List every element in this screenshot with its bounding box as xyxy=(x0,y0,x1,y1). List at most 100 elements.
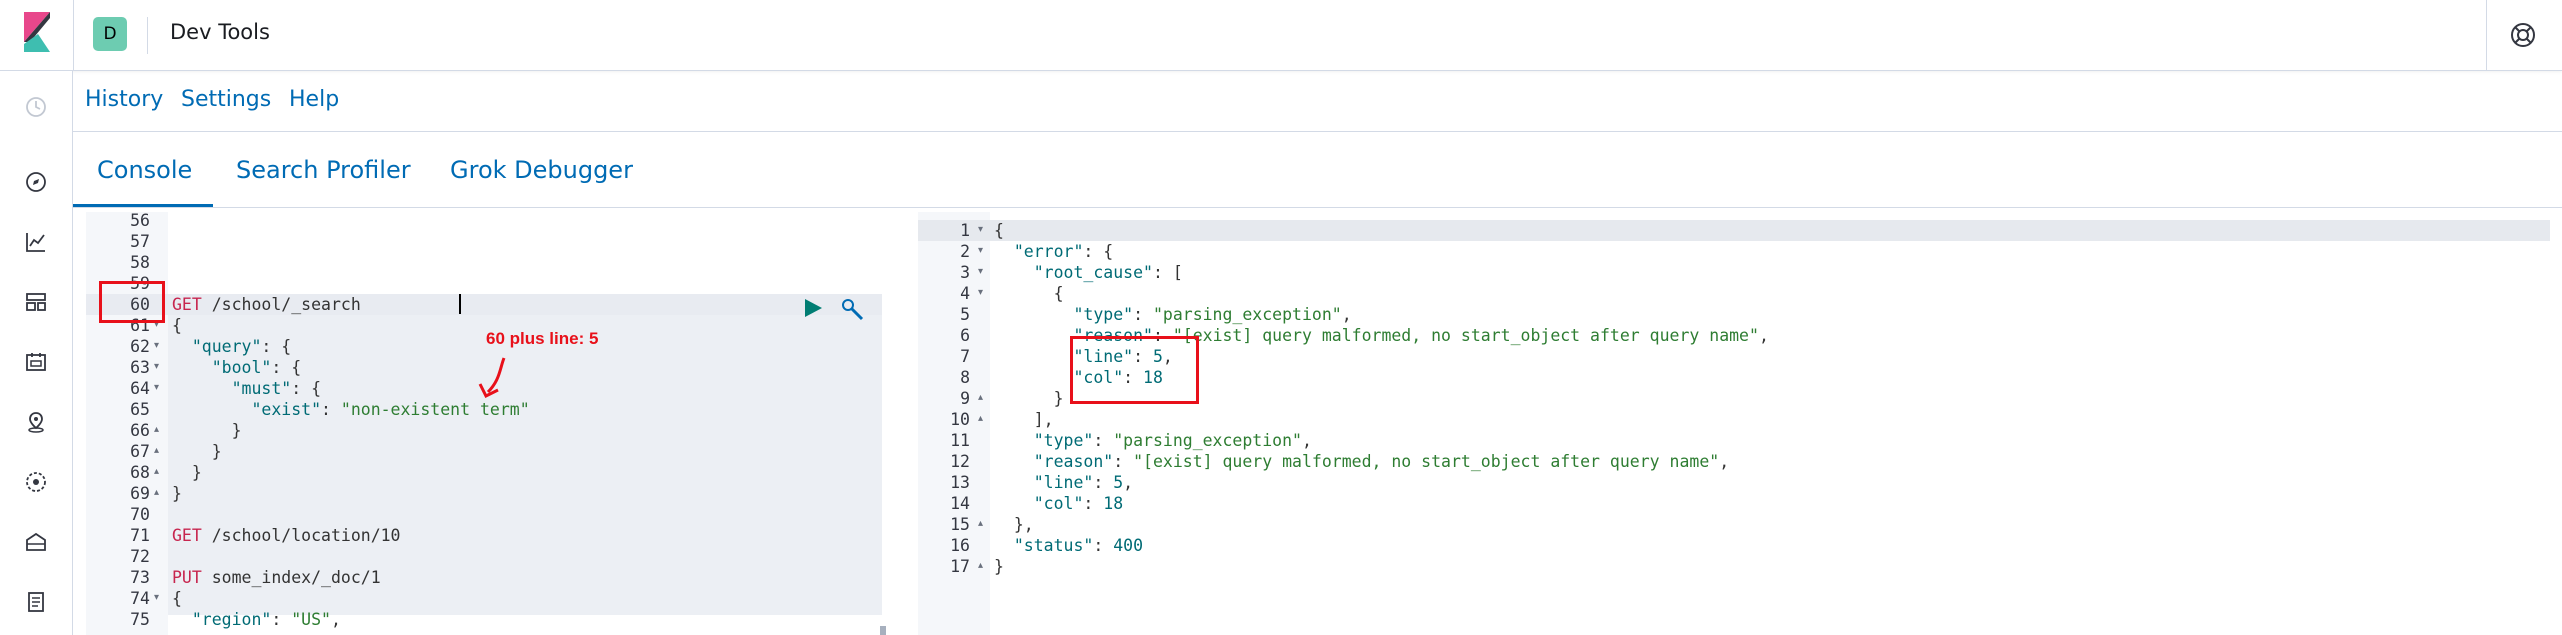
code-token: "bool" xyxy=(172,358,272,377)
line-number: 70 xyxy=(130,505,150,524)
tab-console[interactable]: Console xyxy=(97,156,192,184)
code-line: } xyxy=(994,388,1064,409)
fold-toggle-icon[interactable]: ▾ xyxy=(154,592,159,603)
code-line: "type": "parsing_exception", xyxy=(994,430,1312,451)
chart-icon[interactable] xyxy=(22,228,50,256)
settings-link[interactable]: Settings xyxy=(181,87,271,112)
history-link[interactable]: History xyxy=(85,87,163,112)
code-token: 400 xyxy=(1113,536,1144,555)
fold-toggle-icon[interactable]: ▾ xyxy=(154,361,159,372)
response-editor[interactable]: 1 ▾{2 ▾ "error": {3 ▾ "root_cause": [4 ▾ {5 … xyxy=(918,212,2562,635)
fold-toggle-icon[interactable]: ▾ xyxy=(978,224,983,235)
code-token: }, xyxy=(994,515,1034,534)
fold-toggle-icon[interactable]: ▾ xyxy=(978,266,983,277)
code-line: "bool": { xyxy=(172,357,301,378)
panel-splitter[interactable] xyxy=(892,212,901,635)
line-number: 66 xyxy=(130,421,150,440)
fold-toggle-icon[interactable]: ▾ xyxy=(154,340,159,351)
ml-icon[interactable] xyxy=(22,468,50,496)
line-number: 4 xyxy=(960,284,970,303)
divider xyxy=(2486,0,2487,71)
fold-toggle-icon[interactable]: ▴ xyxy=(978,413,983,424)
code-line: { xyxy=(994,283,1064,304)
fold-toggle-icon[interactable]: ▴ xyxy=(978,560,983,571)
annotation-arrow-icon xyxy=(478,357,506,399)
annotation-note: 60 plus line: 5 xyxy=(486,329,599,348)
help-link[interactable]: Help xyxy=(289,87,339,112)
annotation-box-line-col xyxy=(1070,336,1199,404)
code-token: : { xyxy=(261,337,292,356)
line-number: 69 xyxy=(130,484,150,503)
maps-icon[interactable] xyxy=(22,408,50,436)
code-token: "root_cause" xyxy=(994,263,1153,282)
code-token: , xyxy=(1123,473,1134,492)
code-line: "query": { xyxy=(172,336,291,357)
code-token: "error" xyxy=(994,242,1084,261)
code-token: "[exist] query malformed, no start_objec… xyxy=(1133,452,1720,471)
code-token: , xyxy=(1758,326,1769,345)
line-number: 71 xyxy=(130,526,150,545)
line-number: 7 xyxy=(960,347,970,366)
divider xyxy=(147,17,148,54)
top-header: D Dev Tools xyxy=(0,0,2562,71)
code-token: : xyxy=(1113,452,1134,471)
code-token: : xyxy=(271,610,292,629)
code-line: } xyxy=(172,441,222,462)
top-menu: History Settings Help xyxy=(73,71,2562,132)
fold-toggle-icon[interactable]: ▾ xyxy=(978,287,983,298)
clock-icon[interactable] xyxy=(22,93,50,121)
code-line: GET /school/_search xyxy=(172,294,361,315)
code-token: , xyxy=(1719,452,1730,471)
code-token: 18 xyxy=(1103,494,1124,513)
line-number: 73 xyxy=(130,568,150,587)
tab-bar: Console Search Profiler Grok Debugger xyxy=(73,132,2562,208)
infrastructure-icon[interactable] xyxy=(22,528,50,556)
fold-toggle-icon[interactable]: ▴ xyxy=(154,445,159,456)
code-token: "line" xyxy=(994,473,1094,492)
code-token: GET xyxy=(172,526,202,545)
fold-toggle-icon[interactable]: ▾ xyxy=(154,382,159,393)
fold-toggle-icon[interactable]: ▾ xyxy=(978,245,983,256)
code-token: } xyxy=(172,442,222,461)
code-token: { xyxy=(172,589,182,608)
code-token: "type" xyxy=(994,431,1094,450)
fold-toggle-icon[interactable]: ▴ xyxy=(978,518,983,529)
line-number: 68 xyxy=(130,463,150,482)
code-token: some_index/_doc/1 xyxy=(201,568,381,587)
dashboard-icon[interactable] xyxy=(22,288,50,316)
fold-toggle-icon[interactable]: ▴ xyxy=(978,392,983,403)
kibana-logo[interactable] xyxy=(20,12,54,52)
editor-scrollbar[interactable] xyxy=(880,626,886,635)
request-editor[interactable]: 56 57 58 59 60 GET /school/_search 61 ▾{62 ▾ "qu… xyxy=(86,212,882,635)
space-avatar[interactable]: D xyxy=(93,17,127,51)
line-number: 56 xyxy=(130,212,150,230)
code-token: "type" xyxy=(994,305,1134,324)
line-number: 57 xyxy=(130,232,150,251)
logs-icon[interactable] xyxy=(22,588,50,616)
code-token: , xyxy=(330,610,341,629)
code-token: "must" xyxy=(172,379,292,398)
compass-icon[interactable] xyxy=(22,168,50,196)
tab-grok-debugger[interactable]: Grok Debugger xyxy=(450,156,633,184)
line-number: 3 xyxy=(960,263,970,282)
canvas-icon[interactable] xyxy=(22,348,50,376)
help-icon[interactable] xyxy=(2508,20,2538,50)
fold-toggle-icon[interactable]: ▴ xyxy=(154,487,159,498)
code-line: GET /school/location/10 xyxy=(172,525,401,546)
fold-toggle-icon[interactable]: ▴ xyxy=(154,424,159,435)
code-token: } xyxy=(172,421,242,440)
line-number: 11 xyxy=(950,431,970,450)
code-token: GET xyxy=(172,295,202,314)
line-number: 65 xyxy=(130,400,150,419)
code-token: ], xyxy=(994,410,1054,429)
wrench-icon[interactable] xyxy=(840,297,866,323)
tab-search-profiler[interactable]: Search Profiler xyxy=(236,156,411,184)
line-number: 14 xyxy=(950,494,970,513)
line-number: 62 xyxy=(130,337,150,356)
code-line: { xyxy=(172,315,182,336)
code-token: /school/location/10 xyxy=(201,526,401,545)
fold-toggle-icon[interactable]: ▴ xyxy=(154,466,159,477)
send-request-icon[interactable] xyxy=(802,297,824,319)
code-line: } xyxy=(172,462,202,483)
code-token: } xyxy=(172,484,182,503)
